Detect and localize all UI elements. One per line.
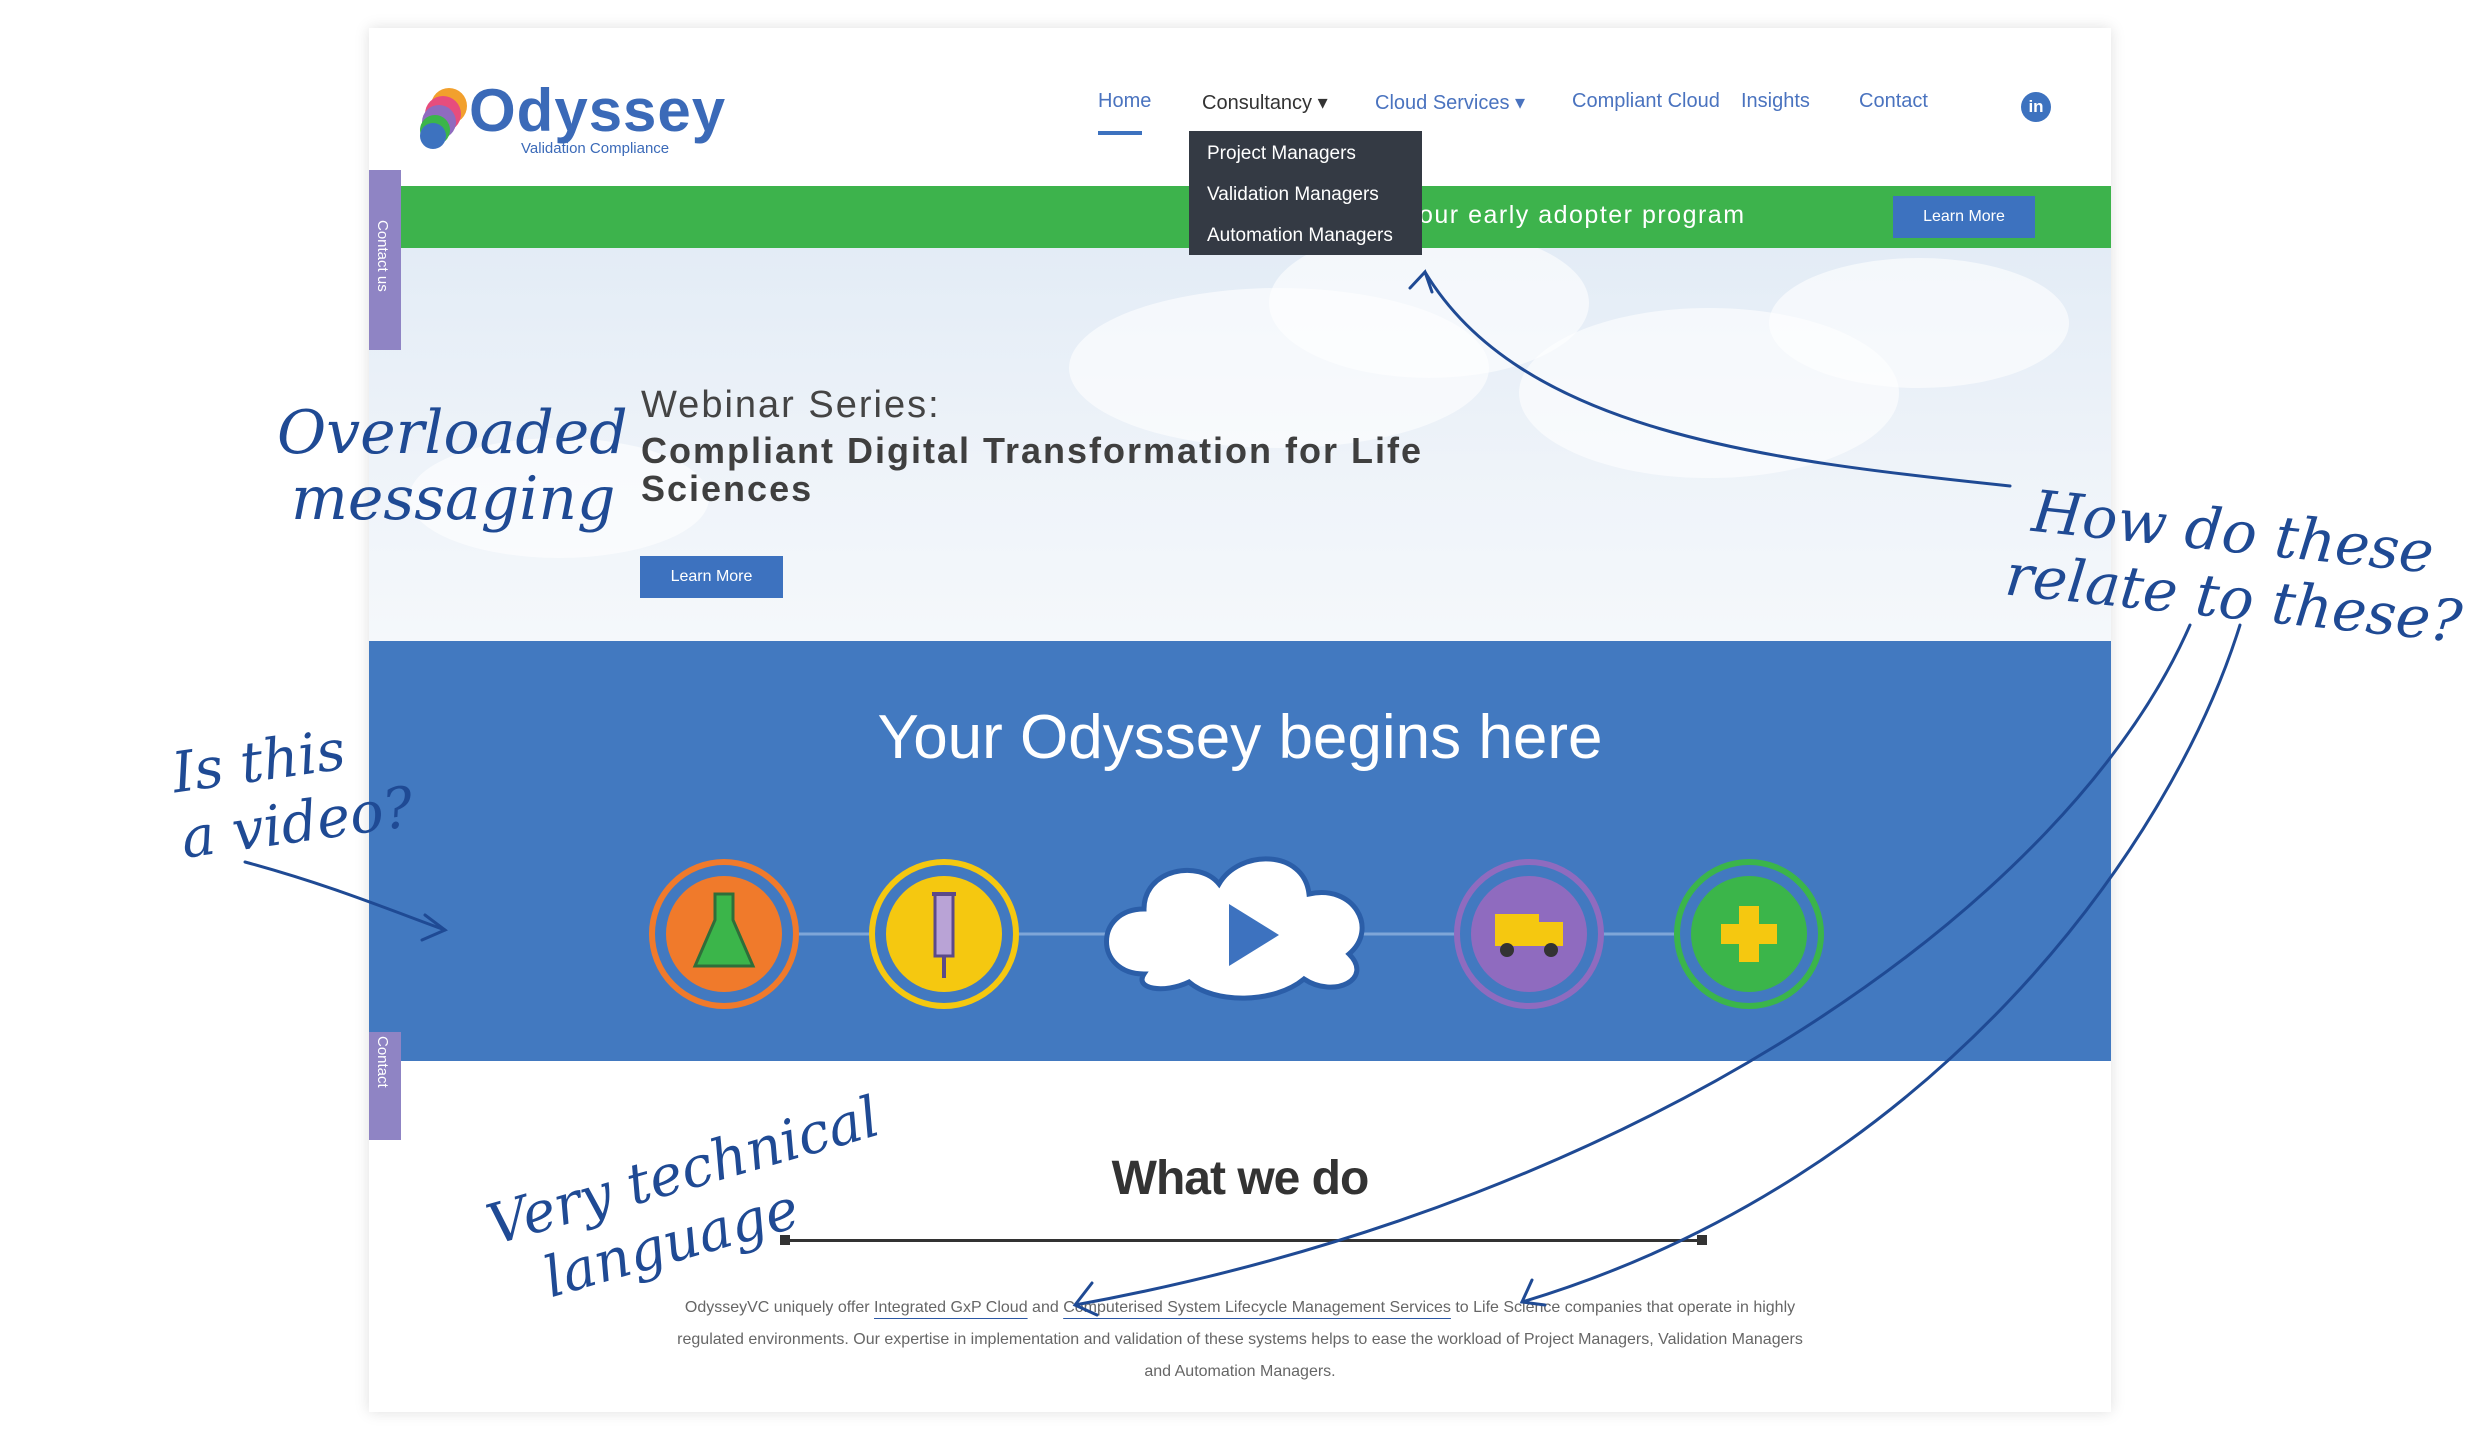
side-tab-contact[interactable]: Contact	[369, 1032, 401, 1140]
nav-active-underline	[1098, 131, 1142, 135]
divider-end	[1697, 1235, 1707, 1245]
play-cloud-icon[interactable]	[1104, 856, 1365, 1001]
sky-cloud	[1769, 258, 2069, 388]
annotation-line: messaging	[291, 464, 616, 534]
nav-compliant-cloud[interactable]: Compliant Cloud	[1572, 90, 1720, 113]
what-we-do-paragraph: OdysseyVC uniquely offer Integrated GxP …	[669, 1292, 1811, 1388]
side-tab-label: Contact	[374, 1036, 391, 1088]
hero-title: Webinar Series:	[641, 384, 941, 426]
nav-home[interactable]: Home	[1098, 90, 1151, 113]
dropdown-item-project-managers[interactable]: Project Managers	[1207, 143, 1356, 165]
announcement-learn-more-button[interactable]: Learn More	[1893, 196, 2035, 238]
side-tab-label: Contact us	[374, 220, 391, 292]
nav-consultancy[interactable]: Consultancy ▾	[1202, 90, 1328, 115]
side-tab-contact-us[interactable]: Contact us	[369, 170, 401, 350]
video-icon-row	[649, 856, 1824, 1009]
annotation-overloaded: Overloaded messaging	[277, 400, 628, 532]
flask-icon	[649, 859, 799, 1009]
consultancy-dropdown: Project Managers Validation Managers Aut…	[1189, 131, 1422, 255]
lifecycle-services-link[interactable]: Computerised System Lifecycle Management…	[1063, 1299, 1451, 1316]
para-text: and	[1027, 1299, 1064, 1316]
gxp-cloud-link[interactable]: Integrated GxP Cloud	[874, 1299, 1028, 1316]
nav-cloud-services[interactable]: Cloud Services ▾	[1375, 90, 1525, 115]
para-text: OdysseyVC uniquely offer	[684, 1299, 875, 1316]
nav-contact[interactable]: Contact	[1859, 90, 1928, 113]
annotation-line: Overloaded	[277, 398, 628, 468]
linkedin-icon[interactable]: in	[2021, 92, 2051, 122]
logo-tagline: Validation Compliance	[521, 140, 670, 157]
hero-subtitle: Compliant Digital Transformation for Lif…	[641, 430, 1424, 509]
plus-icon[interactable]	[1674, 859, 1824, 1009]
video-title: Your Odyssey begins here	[877, 703, 1603, 772]
hero-learn-more-button[interactable]: Learn More	[640, 556, 783, 598]
truck-icon[interactable]	[1454, 859, 1604, 1009]
syringe-icon[interactable]	[869, 859, 1019, 1009]
title-divider	[784, 1239, 1702, 1242]
nav-insights[interactable]: Insights	[1741, 90, 1810, 113]
dropdown-item-validation-managers[interactable]: Validation Managers	[1207, 184, 1379, 206]
dropdown-item-automation-managers[interactable]: Automation Managers	[1207, 225, 1393, 247]
logo-wordmark: Odyssey	[469, 77, 727, 144]
odyssey-logo[interactable]: Odyssey Validation Compliance	[417, 76, 725, 166]
announcement-text: our early adopter program	[1419, 201, 1746, 229]
